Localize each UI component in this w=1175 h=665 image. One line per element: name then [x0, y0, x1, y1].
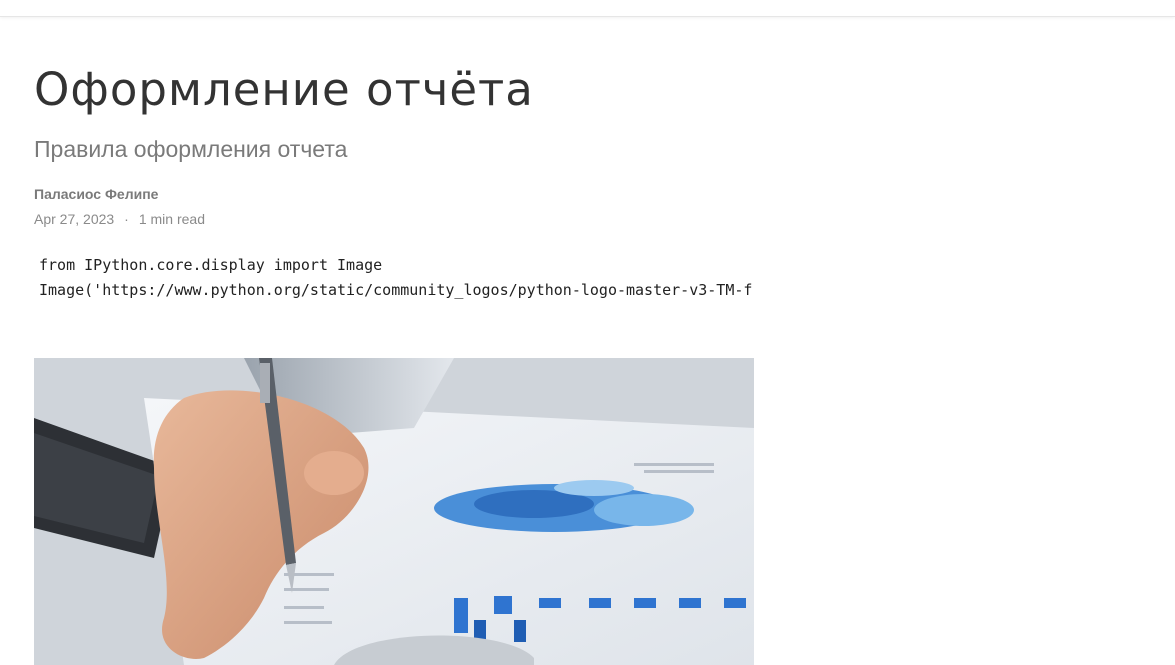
top-navigation-bar	[0, 0, 1175, 17]
page-title: Оформление отчёта	[34, 63, 534, 116]
meta-separator: ·	[124, 211, 129, 227]
article: Оформление отчёта Правила оформления отч…	[34, 60, 1134, 303]
report-illustration	[34, 358, 754, 665]
code-block: from IPython.core.display import Image Im…	[34, 253, 753, 303]
publish-date: Apr 27, 2023	[34, 211, 115, 227]
page-subtitle: Правила оформления отчета	[34, 136, 348, 162]
article-meta: Apr 27, 2023 · 1 min read	[34, 211, 1134, 227]
code-line: Image('https://www.python.org/static/com…	[39, 281, 753, 299]
read-time: 1 min read	[138, 211, 205, 227]
hero-image	[34, 358, 754, 665]
code-line: from IPython.core.display import Image	[39, 256, 383, 274]
author-name[interactable]: Паласиос Фелипе	[34, 186, 1134, 202]
